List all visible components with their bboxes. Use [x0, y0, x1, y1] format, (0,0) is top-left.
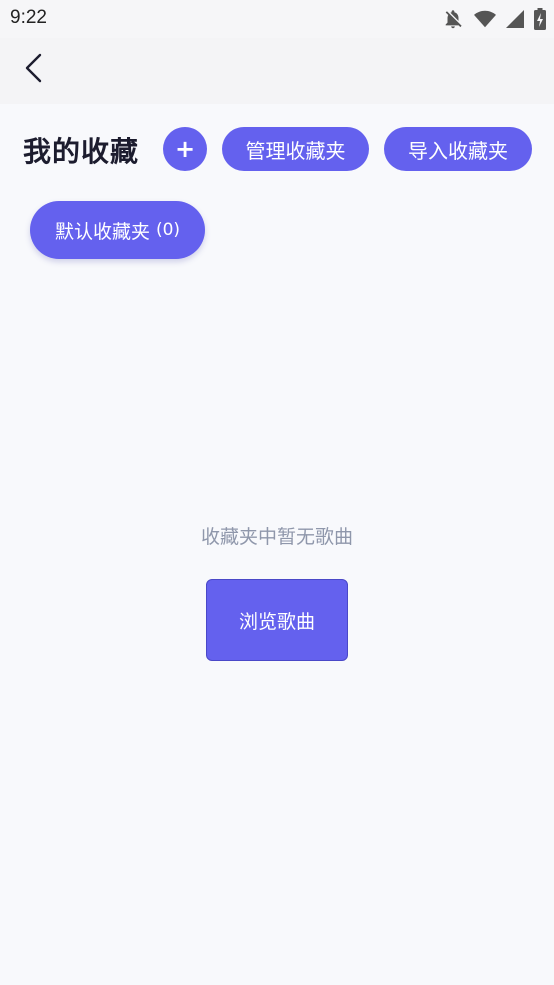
folder-chip-count: (0) — [155, 220, 181, 240]
back-button[interactable] — [14, 50, 54, 90]
app-bar — [0, 38, 554, 104]
folder-chip-default[interactable]: 默认收藏夹 (0) — [30, 201, 205, 259]
empty-state-message: 收藏夹中暂无歌曲 — [200, 526, 353, 548]
add-folder-button[interactable]: + — [163, 127, 207, 171]
browse-songs-button[interactable]: 浏览歌曲 — [206, 579, 348, 661]
status-icons — [442, 8, 546, 30]
signal-icon — [506, 9, 524, 29]
manage-folders-button[interactable]: 管理收藏夹 — [222, 127, 369, 171]
bell-off-icon — [442, 8, 464, 30]
page-title: 我的收藏 — [23, 135, 140, 168]
status-time: 9:22 — [10, 7, 47, 28]
title-row: 我的收藏 + 管理收藏夹 导入收藏夹 — [0, 126, 554, 172]
status-bar: 9:22 — [0, 0, 554, 38]
chevron-left-icon — [23, 52, 45, 88]
wifi-icon — [474, 9, 496, 29]
battery-charging-icon — [534, 8, 546, 30]
import-folders-button[interactable]: 导入收藏夹 — [384, 127, 532, 171]
folder-chip-label: 默认收藏夹 — [54, 220, 150, 243]
